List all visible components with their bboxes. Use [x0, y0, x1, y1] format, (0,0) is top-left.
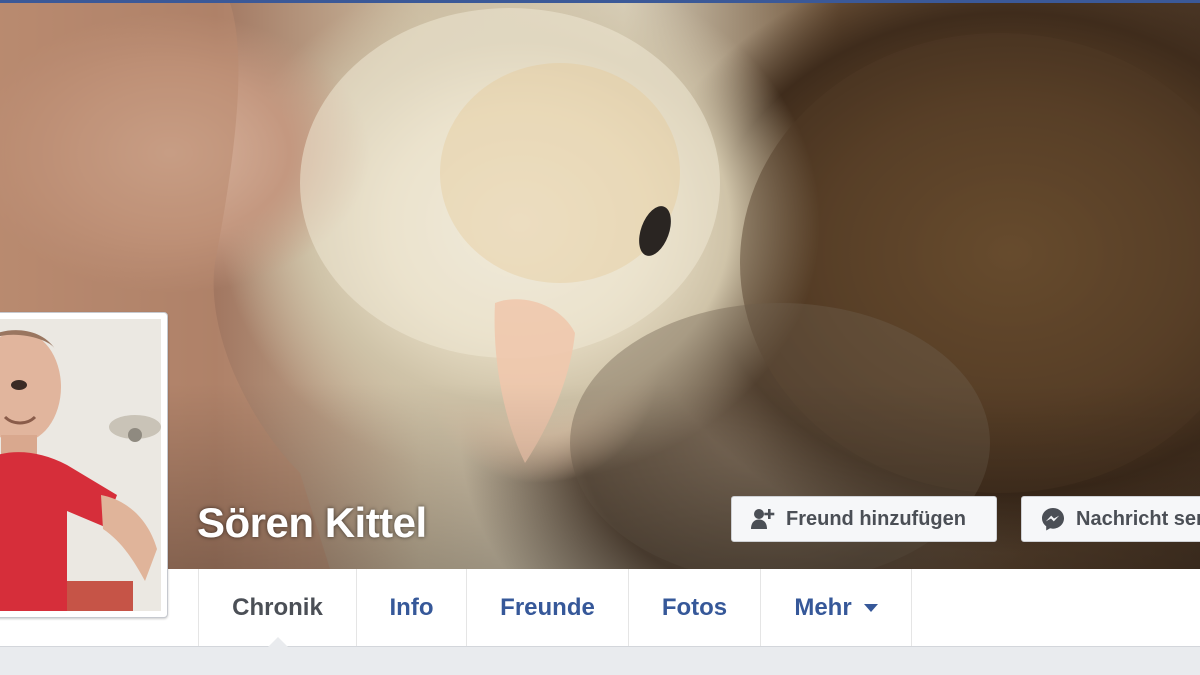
profile-navigation: Chronik Info Freunde Fotos Mehr: [0, 569, 1200, 647]
profile-tabs: Chronik Info Freunde Fotos Mehr: [198, 569, 912, 647]
tab-fotos-label: Fotos: [661, 593, 728, 621]
tab-mehr[interactable]: Mehr: [760, 569, 912, 646]
page-background: [0, 647, 1200, 675]
profile-picture-image: [0, 319, 161, 611]
tab-fotos[interactable]: Fotos: [628, 569, 760, 646]
cover-photo[interactable]: Sören Kittel Freund hinzufügen Nachricht…: [0, 3, 1200, 569]
add-friend-button[interactable]: Freund hinzufügen: [731, 496, 997, 542]
tab-freunde[interactable]: Freunde: [466, 569, 628, 646]
add-friend-icon: [750, 507, 776, 531]
messenger-icon: [1040, 506, 1066, 532]
tab-mehr-label: Mehr: [794, 593, 852, 621]
cover-gradient: [0, 383, 1200, 569]
add-friend-label: Freund hinzufügen: [786, 507, 966, 530]
send-message-label: Nachricht senden: [1076, 507, 1200, 530]
tab-info[interactable]: Info: [356, 569, 466, 646]
tab-chronik-label: Chronik: [232, 593, 323, 621]
tab-freunde-label: Freunde: [500, 593, 595, 621]
send-message-button[interactable]: Nachricht senden: [1021, 496, 1200, 542]
tab-info-label: Info: [389, 593, 434, 621]
profile-picture[interactable]: [0, 312, 168, 618]
profile-name[interactable]: Sören Kittel: [197, 499, 427, 547]
tab-chronik[interactable]: Chronik: [198, 569, 356, 647]
chevron-down-icon: [863, 603, 878, 612]
